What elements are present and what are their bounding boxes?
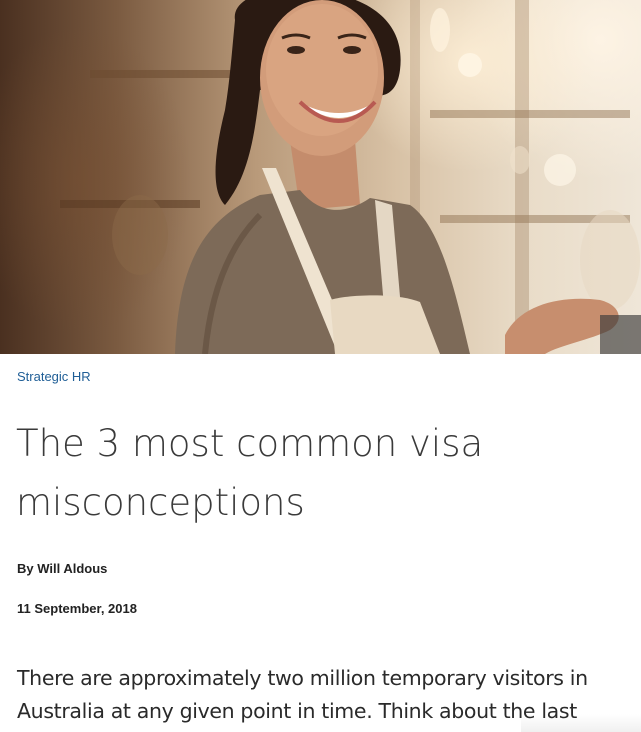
category-link[interactable]: Strategic HR xyxy=(17,369,91,384)
hero-photo xyxy=(0,0,641,354)
article-title: The 3 most common visa misconceptions xyxy=(16,422,484,524)
article-date: 11 September, 2018 xyxy=(17,601,137,616)
article-lead-paragraph: There are approximately two million temp… xyxy=(17,666,588,723)
article-page: Strategic HR The 3 most common visa misc… xyxy=(0,0,641,732)
article-byline: By Will Aldous xyxy=(17,561,108,576)
hero-photo-illustration xyxy=(60,0,641,354)
